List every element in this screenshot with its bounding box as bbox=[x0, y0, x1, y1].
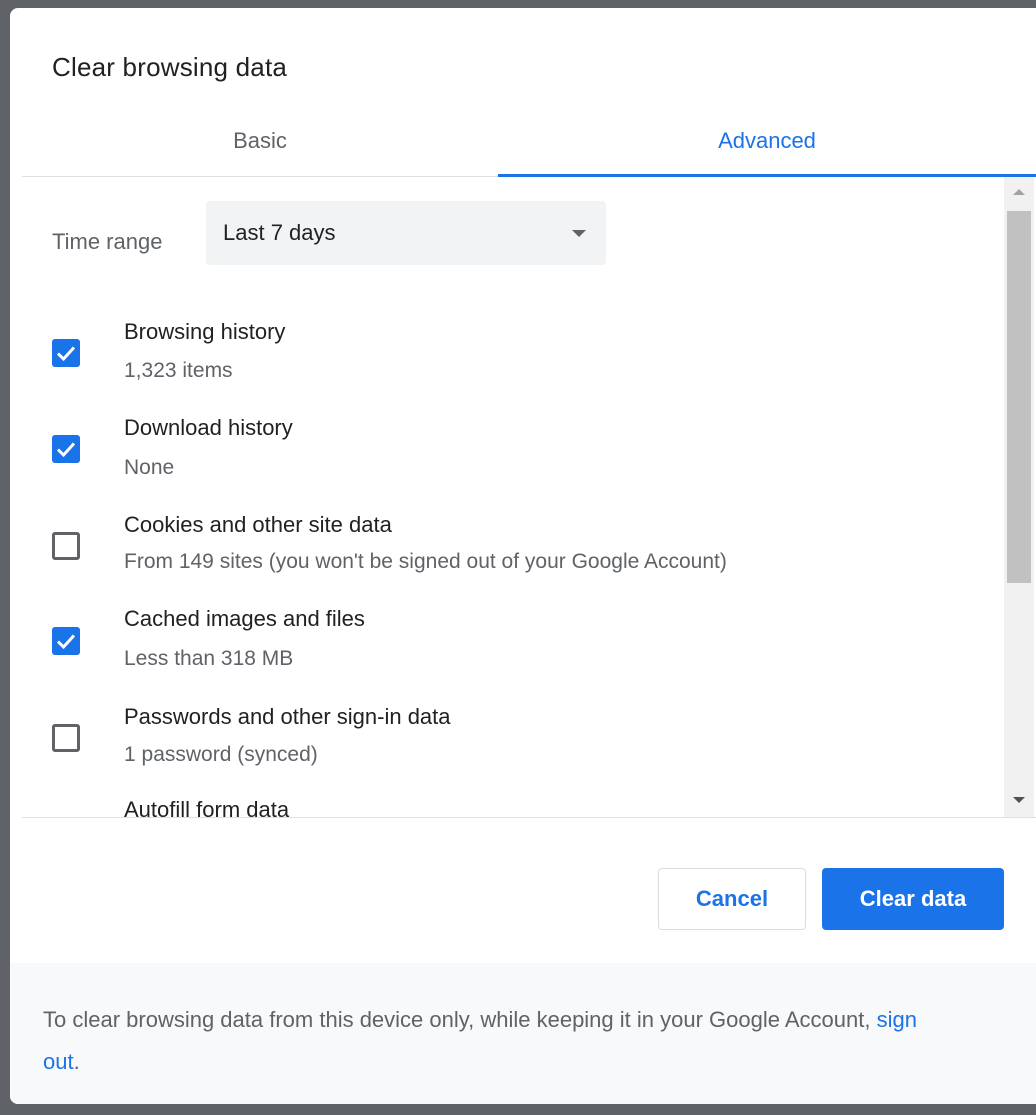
time-range-select[interactable]: Last 7 days bbox=[206, 201, 606, 265]
cancel-button[interactable]: Cancel bbox=[658, 868, 806, 930]
option-download-history: Download history None bbox=[10, 405, 1000, 495]
clear-browsing-data-dialog: Clear browsing data Basic Advanced Time … bbox=[10, 8, 1036, 1104]
scroll-up-arrow-icon[interactable] bbox=[1013, 189, 1025, 195]
option-title: Cached images and files bbox=[124, 606, 365, 631]
advanced-options-panel: Time range Last 7 days Browsing history … bbox=[10, 177, 1036, 817]
footer-text: To clear browsing data from this device … bbox=[43, 999, 943, 1083]
tab-advanced[interactable]: Advanced bbox=[498, 108, 1036, 174]
scrollbar-thumb[interactable] bbox=[1007, 211, 1031, 583]
option-cookies: Cookies and other site data From 149 sit… bbox=[10, 502, 1000, 592]
content-divider bbox=[22, 817, 1036, 818]
check-icon bbox=[56, 442, 76, 458]
option-autofill: Autofill form data bbox=[10, 788, 1000, 817]
checkbox-cached-images[interactable] bbox=[52, 627, 80, 655]
check-icon bbox=[56, 634, 76, 650]
dropdown-arrow-icon bbox=[572, 230, 586, 237]
option-title: Passwords and other sign-in data bbox=[124, 704, 451, 729]
option-subtitle: From 149 sites (you won't be signed out … bbox=[124, 550, 727, 573]
clear-data-button[interactable]: Clear data bbox=[822, 868, 1004, 930]
tab-bar: Basic Advanced bbox=[22, 108, 1036, 177]
option-title: Download history bbox=[124, 415, 293, 440]
option-subtitle: None bbox=[124, 456, 175, 479]
checkbox-download-history[interactable] bbox=[52, 435, 80, 463]
option-title: Browsing history bbox=[124, 319, 286, 344]
option-title: Autofill form data bbox=[124, 797, 290, 817]
footer-period: . bbox=[73, 1049, 80, 1074]
dialog-footer: To clear browsing data from this device … bbox=[10, 963, 1036, 1104]
checkbox-passwords[interactable] bbox=[52, 724, 80, 752]
option-passwords: Passwords and other sign-in data 1 passw… bbox=[10, 694, 1000, 784]
check-icon bbox=[56, 346, 76, 362]
option-browsing-history: Browsing history 1,323 items bbox=[10, 309, 1000, 399]
option-title: Cookies and other site data bbox=[124, 512, 392, 537]
scroll-down-arrow-icon[interactable] bbox=[1013, 797, 1025, 803]
checkbox-cookies[interactable] bbox=[52, 532, 80, 560]
tab-basic[interactable]: Basic bbox=[22, 108, 498, 174]
footer-message: To clear browsing data from this device … bbox=[43, 1007, 877, 1032]
dialog-title: Clear browsing data bbox=[52, 52, 288, 82]
checkbox-browsing-history[interactable] bbox=[52, 339, 80, 367]
option-subtitle: Less than 318 MB bbox=[124, 647, 294, 670]
option-cached-images: Cached images and files Less than 318 MB bbox=[10, 597, 1000, 687]
time-range-value: Last 7 days bbox=[223, 220, 336, 245]
scrollbar[interactable] bbox=[1004, 177, 1034, 817]
option-subtitle: 1 password (synced) bbox=[124, 743, 318, 766]
time-range-label: Time range bbox=[52, 229, 163, 254]
option-subtitle: 1,323 items bbox=[124, 359, 233, 382]
